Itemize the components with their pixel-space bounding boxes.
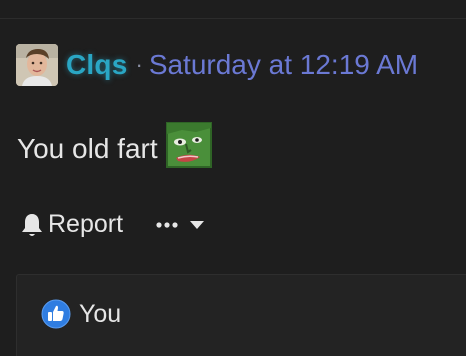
report-label: Report	[48, 210, 124, 238]
bell-icon	[22, 213, 42, 236]
reactions-bar: You	[16, 274, 466, 356]
username-link[interactable]: Clqs	[66, 49, 127, 81]
post-message: You old fart	[17, 122, 212, 168]
report-button[interactable]: Report	[20, 210, 123, 239]
thumbs-up-icon	[41, 299, 71, 329]
reaction-label: You	[79, 299, 122, 328]
reaction-summary[interactable]: You	[41, 299, 121, 329]
post-header: Clqs · Saturday at 12:19 AM	[16, 44, 418, 86]
more-options-button[interactable]	[156, 219, 206, 231]
message-text: You old fart	[17, 133, 158, 164]
ellipsis-icon	[156, 221, 178, 228]
post-actions: Report	[20, 210, 206, 239]
avatar[interactable]	[16, 44, 58, 86]
divider	[0, 18, 466, 19]
separator: ·	[135, 52, 143, 77]
caret-down-icon	[190, 220, 205, 229]
green-face-emoji-icon	[165, 122, 212, 168]
post-timestamp[interactable]: Saturday at 12:19 AM	[149, 49, 418, 81]
thread-post: Clqs · Saturday at 12:19 AM You old fart…	[0, 0, 466, 356]
